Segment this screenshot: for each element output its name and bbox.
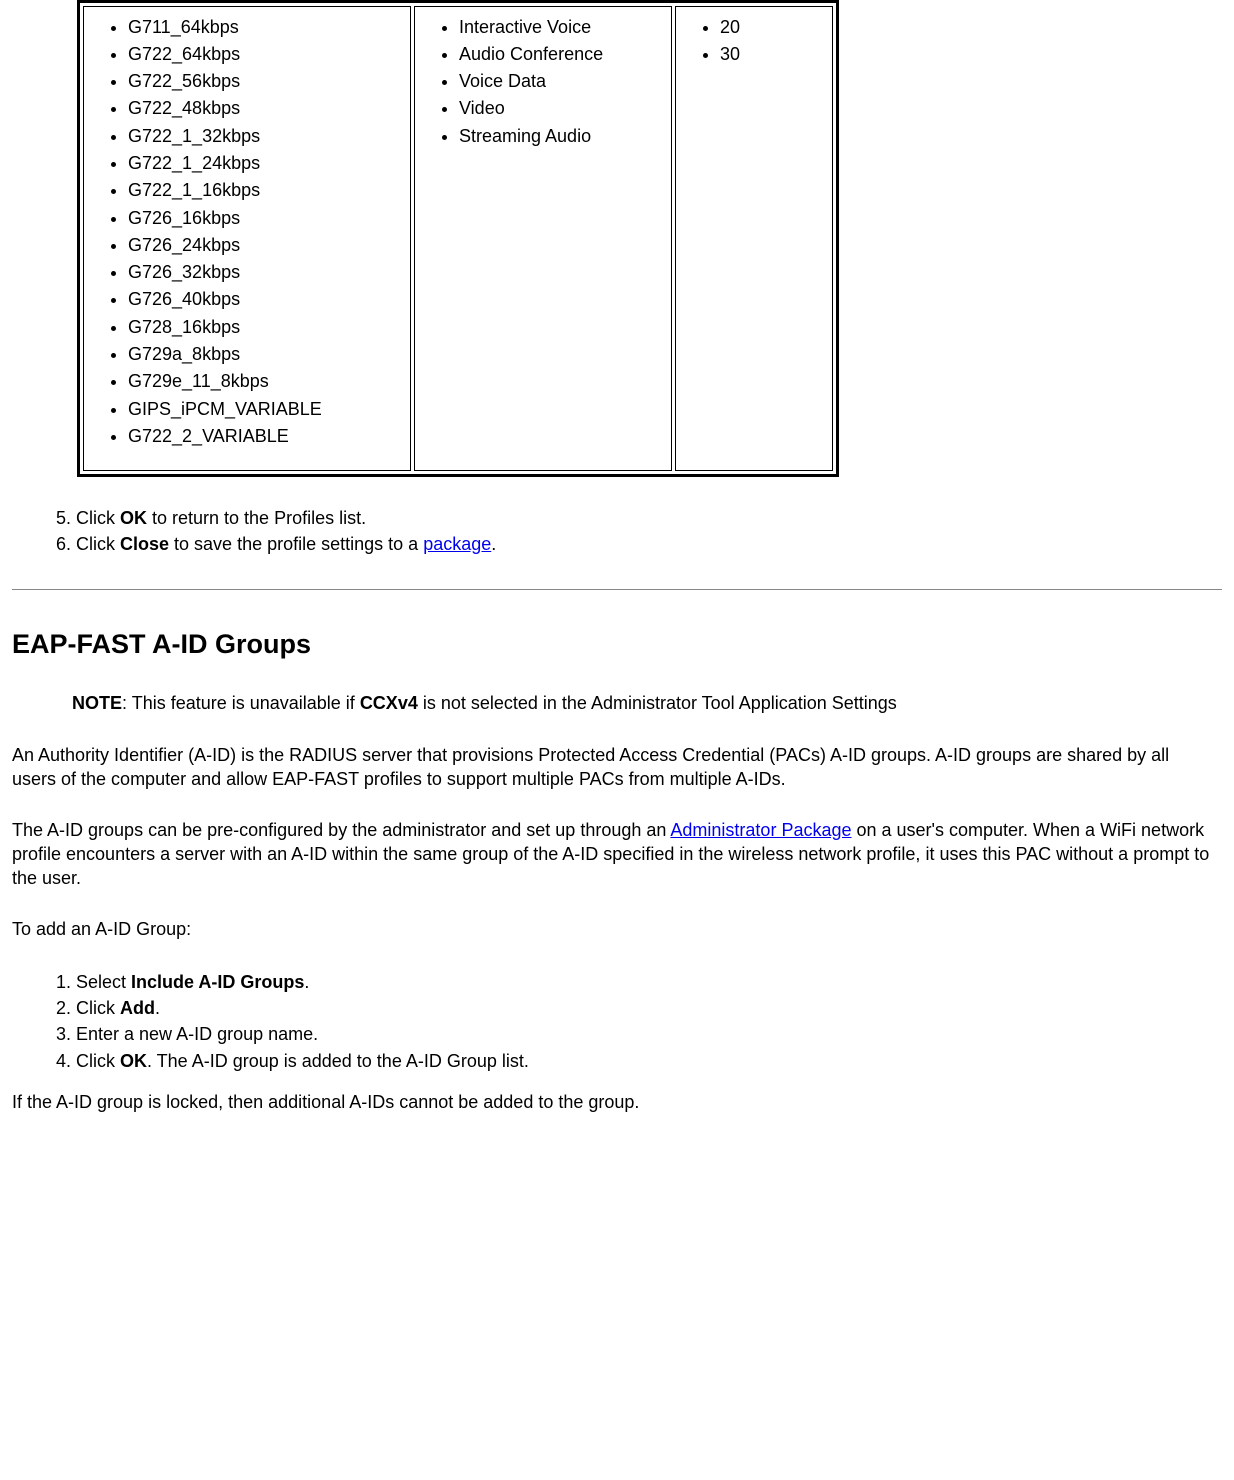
list-item: 20: [720, 13, 824, 40]
step-add-3: Enter a new A-ID group name.: [76, 1021, 1222, 1047]
codec-list: G711_64kbpsG722_64kbpsG722_56kbpsG722_48…: [92, 13, 402, 450]
steps-continue: Click OK to return to the Profiles list.…: [12, 505, 1222, 558]
steps-add-aid: Select Include A-ID Groups. Click Add. E…: [12, 969, 1222, 1074]
list-item: Voice Data: [459, 68, 663, 95]
note-label: NOTE: [72, 693, 122, 713]
list-item: G722_56kbps: [128, 68, 402, 95]
list-item: G726_40kbps: [128, 286, 402, 313]
codec-table: G711_64kbpsG722_64kbpsG722_56kbpsG722_48…: [77, 0, 839, 477]
admin-package-link[interactable]: Administrator Package: [670, 820, 851, 840]
list-item: G729e_11_8kbps: [128, 368, 402, 395]
paragraph-aid-intro: An Authority Identifier (A-ID) is the RA…: [12, 743, 1212, 792]
step-add-4: Click OK. The A-ID group is added to the…: [76, 1048, 1222, 1074]
section-heading: EAP-FAST A-ID Groups: [12, 626, 1222, 662]
list-item: G726_16kbps: [128, 204, 402, 231]
list-item: G726_32kbps: [128, 259, 402, 286]
paragraph-aid-preconfig: The A-ID groups can be pre-configured by…: [12, 818, 1212, 891]
list-item: GIPS_iPCM_VARIABLE: [128, 395, 402, 422]
list-item: G722_1_24kbps: [128, 149, 402, 176]
list-item: Interactive Voice: [459, 13, 663, 40]
paragraph-add-intro: To add an A-ID Group:: [12, 917, 1212, 941]
list-item: G722_1_16kbps: [128, 177, 402, 204]
list-item: G722_48kbps: [128, 95, 402, 122]
list-item: G711_64kbps: [128, 13, 402, 40]
divider: [12, 589, 1222, 590]
note-block: NOTE: This feature is unavailable if CCX…: [72, 691, 1112, 715]
step-add-2: Click Add.: [76, 995, 1222, 1021]
list-item: G722_64kbps: [128, 40, 402, 67]
list-item: G728_16kbps: [128, 313, 402, 340]
codec-cell-2: Interactive VoiceAudio ConferenceVoice D…: [414, 6, 672, 471]
list-item: G726_24kbps: [128, 231, 402, 258]
interval-list: 2030: [684, 13, 824, 68]
list-item: Video: [459, 95, 663, 122]
codec-cell-3: 2030: [675, 6, 833, 471]
list-item: G729a_8kbps: [128, 341, 402, 368]
step-5: Click OK to return to the Profiles list.: [76, 505, 1222, 531]
step-6: Click Close to save the profile settings…: [76, 531, 1222, 557]
list-item: G722_2_VARIABLE: [128, 422, 402, 449]
package-link[interactable]: package: [423, 534, 491, 554]
codec-cell-1: G711_64kbpsG722_64kbpsG722_56kbpsG722_48…: [83, 6, 411, 471]
media-type-list: Interactive VoiceAudio ConferenceVoice D…: [423, 13, 663, 149]
list-item: 30: [720, 40, 824, 67]
list-item: Streaming Audio: [459, 122, 663, 149]
paragraph-locked: If the A-ID group is locked, then additi…: [12, 1090, 1212, 1114]
list-item: G722_1_32kbps: [128, 122, 402, 149]
step-add-1: Select Include A-ID Groups.: [76, 969, 1222, 995]
list-item: Audio Conference: [459, 40, 663, 67]
